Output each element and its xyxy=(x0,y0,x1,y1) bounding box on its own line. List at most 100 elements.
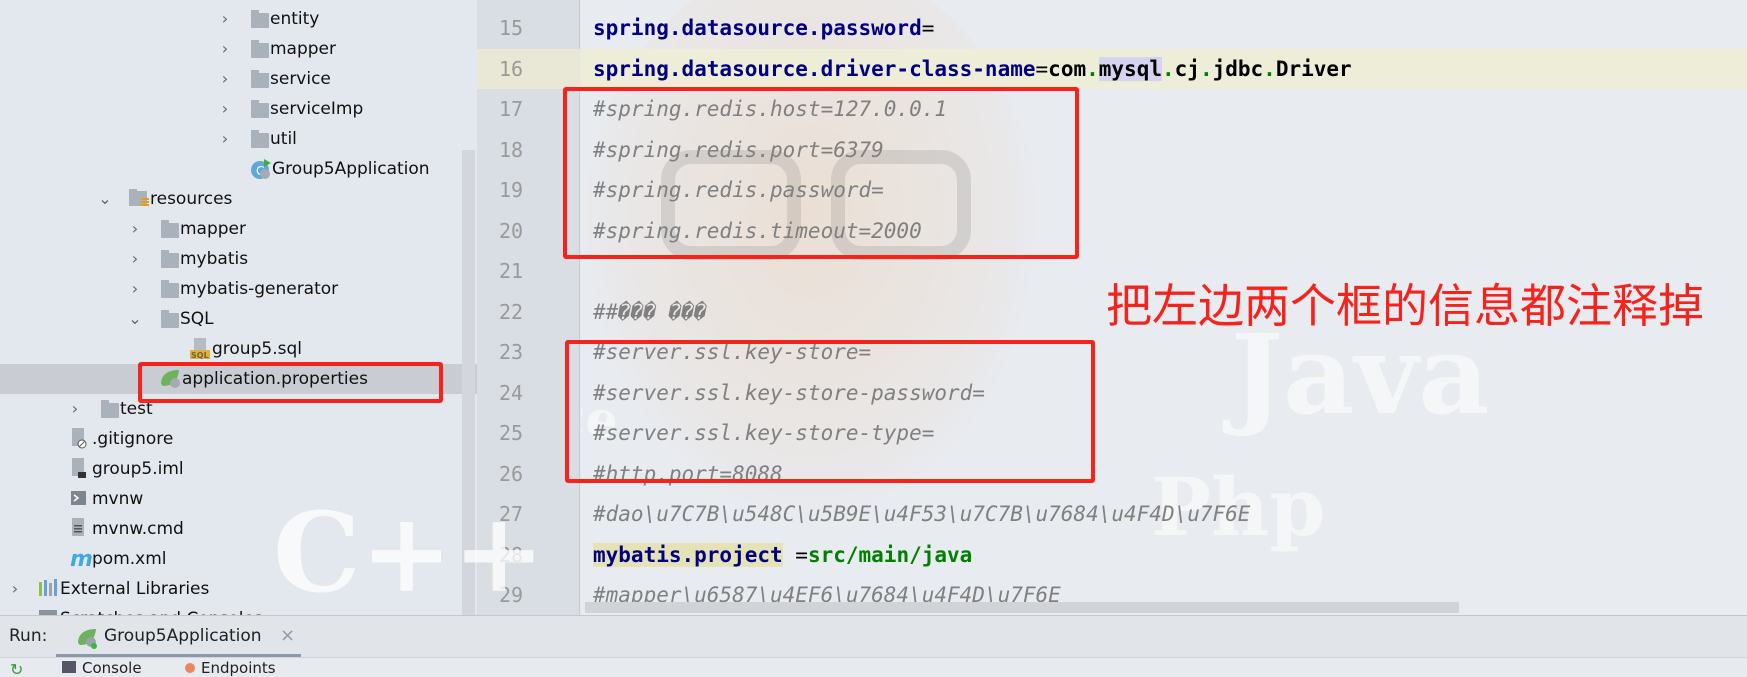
tree-item[interactable]: ⌄ resources xyxy=(0,184,477,214)
code-token: spring.datasource.driver-class-name xyxy=(593,56,1036,81)
code-line[interactable]: spring.datasource.driver-class-name=com.… xyxy=(581,48,1747,89)
code-line[interactable]: #spring.redis.host=127.0.0.1 xyxy=(581,89,1747,129)
line-number: 15 xyxy=(499,16,524,40)
chevron-right-icon[interactable]: › xyxy=(218,94,232,124)
folder-icon xyxy=(251,100,269,118)
tree-item-label: .gitignore xyxy=(92,429,174,449)
code-line[interactable]: #http.port=8088 xyxy=(581,454,1747,494)
code-line[interactable]: mybatis.project =src/main/java xyxy=(581,535,1747,575)
text-file-icon xyxy=(70,518,94,540)
tree-item[interactable]: › serviceImp xyxy=(0,94,477,124)
code-token: . xyxy=(1161,56,1175,81)
code-token: spring.datasource.password xyxy=(593,16,922,40)
tree-item[interactable]: mvnw.cmd xyxy=(0,514,477,544)
tree-item[interactable]: › mybatis xyxy=(0,244,477,274)
spring-properties-icon xyxy=(160,368,184,390)
line-number: 19 xyxy=(499,178,524,202)
chevron-down-icon[interactable]: ⌄ xyxy=(128,304,142,334)
chevron-right-icon[interactable]: › xyxy=(218,34,232,64)
line-number-gutter: 15 16 17 18 19 20 21 22 23 24 25 26 27 28 29 xyxy=(477,0,580,615)
tree-item-label: mvnw.cmd xyxy=(92,519,184,539)
endpoints-icon xyxy=(185,663,195,673)
tree-item-label: serviceImp xyxy=(270,99,364,119)
rerun-icon[interactable]: ↻ xyxy=(10,660,23,677)
folder-icon xyxy=(161,250,179,268)
chevron-right-icon[interactable]: › xyxy=(218,124,232,154)
code-line[interactable]: #spring.redis.password= xyxy=(581,170,1747,210)
line-number: 25 xyxy=(499,421,524,445)
tree-item[interactable]: group5.iml xyxy=(0,454,477,484)
code-line[interactable]: #dao\u7C7B\u548C\u5B9E\u4F53\u7C7B\u7684… xyxy=(581,494,1747,534)
tree-item[interactable]: › mapper xyxy=(0,214,477,244)
run-label: Run: xyxy=(9,626,48,646)
code-token: #server.ssl.key-store-type= xyxy=(593,421,935,445)
chevron-right-icon[interactable]: › xyxy=(218,4,232,34)
code-line[interactable]: #spring.redis.timeout=2000 xyxy=(581,211,1747,251)
line-number: 27 xyxy=(499,502,524,526)
code-token: #http.port=8088 xyxy=(593,461,783,486)
code-line[interactable]: #server.ssl.key-store-password= xyxy=(581,373,1747,413)
tree-item[interactable]: mvnw xyxy=(0,484,477,514)
run-tab-label: Group5Application xyxy=(104,626,262,646)
code-line[interactable]: #spring.redis.port=6379 xyxy=(581,130,1747,170)
code-token: Driver xyxy=(1275,56,1352,81)
line-number: 29 xyxy=(499,583,524,607)
maven-icon: m xyxy=(70,547,94,572)
editor-horizontal-scrollbar[interactable] xyxy=(585,602,1459,613)
chevron-right-icon[interactable]: › xyxy=(128,214,142,244)
tree-item[interactable]: m pom.xml xyxy=(0,544,477,574)
tree-item[interactable]: › entity xyxy=(0,4,477,34)
tree-item[interactable]: › service xyxy=(0,64,477,94)
tree-item[interactable]: .gitignore xyxy=(0,424,477,454)
run-tab-group5application[interactable]: Group5Application × xyxy=(56,616,301,658)
line-number: 20 xyxy=(499,218,524,243)
endpoints-tab[interactable]: Endpoints xyxy=(185,659,276,677)
project-tree: › entity › mapper › service › serviceImp › util C G… xyxy=(0,0,477,615)
tree-item[interactable]: ⌄ SQL xyxy=(0,304,477,334)
tree-item[interactable]: › util xyxy=(0,124,477,154)
code-token: #dao\u7C7B\u548C\u5B9E\u4F53\u7C7B\u7684… xyxy=(593,502,1251,526)
folder-icon xyxy=(251,40,269,58)
close-tab-icon[interactable]: × xyxy=(280,625,295,646)
chevron-right-icon[interactable]: › xyxy=(8,574,22,604)
code-line[interactable]: #server.ssl.key-store-type= xyxy=(581,413,1747,453)
project-tree-scrollbar[interactable] xyxy=(462,150,475,615)
tree-item[interactable]: SQL group5.sql xyxy=(0,334,477,364)
chevron-right-icon[interactable]: › xyxy=(128,244,142,274)
tree-item-label: mapper xyxy=(270,39,337,59)
code-token: = xyxy=(1035,56,1049,81)
tree-item[interactable]: › mapper xyxy=(0,34,477,64)
tree-item-label: service xyxy=(270,69,331,89)
code-token: = xyxy=(921,16,935,40)
tree-item-label: entity xyxy=(270,9,320,29)
tree-item[interactable]: › mybatis-generator xyxy=(0,274,477,304)
chevron-right-icon[interactable]: › xyxy=(218,64,232,94)
tree-item-label: mybatis xyxy=(180,249,249,269)
code-line[interactable]: #server.ssl.key-store= xyxy=(581,332,1747,372)
line-number: 26 xyxy=(499,461,524,486)
annotation-text: 把左边两个框的信息都注释掉 xyxy=(1106,279,1704,333)
ignore-file-icon xyxy=(70,428,94,450)
code-line[interactable]: spring.datasource.password= xyxy=(581,8,1747,48)
tree-item[interactable]: › test xyxy=(0,394,477,424)
folder-icon xyxy=(161,280,179,298)
folder-icon xyxy=(251,130,269,148)
folder-icon xyxy=(101,400,119,418)
chevron-right-icon[interactable]: › xyxy=(68,394,82,424)
tree-item-label: application.properties xyxy=(182,369,368,389)
folder-icon xyxy=(251,70,269,88)
console-tab[interactable]: Console xyxy=(62,659,142,677)
chevron-right-icon[interactable]: › xyxy=(128,274,142,304)
tree-item[interactable]: application.properties xyxy=(0,364,477,394)
run-toolbar: ↻ Console Endpoints xyxy=(0,657,1747,677)
tree-item-label: mapper xyxy=(180,219,247,239)
tree-item-label: mvnw xyxy=(92,489,144,509)
tree-item[interactable]: C Group5Application xyxy=(0,154,477,184)
code-token: #spring.redis.host=127.0.0.1 xyxy=(593,97,948,121)
tree-item[interactable]: › External Libraries xyxy=(0,574,477,604)
chevron-down-icon[interactable]: ⌄ xyxy=(98,184,112,214)
console-icon xyxy=(62,661,76,673)
chevron-right-icon[interactable]: › xyxy=(8,604,22,615)
tree-item[interactable]: › Scratches and Consoles xyxy=(0,604,477,615)
console-tab-label: Console xyxy=(82,659,142,677)
